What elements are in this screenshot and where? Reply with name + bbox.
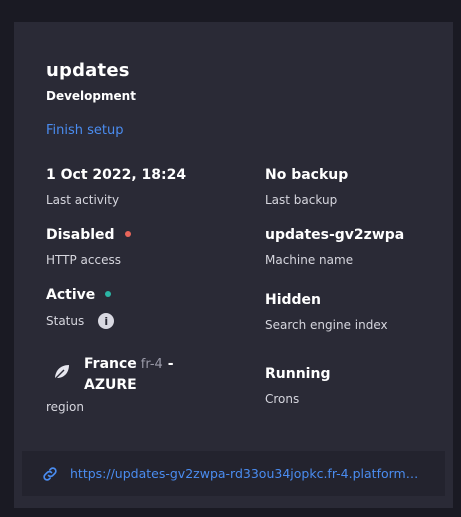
info-icon[interactable]: i bbox=[98, 313, 115, 329]
status-value: Active bbox=[46, 287, 96, 303]
region-value: France fr-4 - AZURE bbox=[84, 354, 184, 396]
search-engine-label: Search engine index bbox=[265, 318, 388, 332]
machine-name-label: Machine name bbox=[265, 253, 354, 267]
http-access-row: Disabled bbox=[46, 227, 131, 243]
project-title: updates bbox=[46, 60, 130, 81]
last-backup-block: No backup Last backup bbox=[265, 167, 348, 207]
region-separator: - bbox=[167, 356, 174, 372]
last-backup-value: No backup bbox=[265, 167, 349, 183]
leaf-icon bbox=[54, 365, 69, 380]
region-block: France fr-4 - AZURE region bbox=[46, 354, 184, 414]
region-provider: AZURE bbox=[84, 377, 137, 393]
environment-name: Development bbox=[46, 89, 136, 103]
machine-name-block: updates-gv2zwpa Machine name bbox=[265, 227, 404, 267]
last-backup-label: Last backup bbox=[265, 193, 338, 207]
environment-url-link[interactable]: https://updates-gv2zwpa-rd33ou34jopkc.fr… bbox=[22, 451, 445, 496]
crons-block: Running Crons bbox=[265, 366, 330, 406]
last-activity-value: 1 Oct 2022, 18:24 bbox=[46, 167, 187, 183]
last-activity-label: Last activity bbox=[46, 193, 120, 207]
environment-card: updates Development Finish setup 1 Oct 2… bbox=[14, 22, 453, 508]
crons-label: Crons bbox=[265, 392, 300, 406]
region-country: France bbox=[84, 356, 137, 372]
status-label-row: Status i bbox=[46, 313, 115, 329]
region-label: region bbox=[46, 400, 84, 414]
crons-value: Running bbox=[265, 366, 331, 382]
region-row: France fr-4 - AZURE bbox=[46, 354, 184, 396]
machine-name-value: updates-gv2zwpa bbox=[265, 227, 405, 243]
finish-setup-link[interactable]: Finish setup bbox=[46, 123, 124, 138]
http-access-value: Disabled bbox=[46, 227, 115, 243]
status-row: Active bbox=[46, 287, 114, 303]
environment-url[interactable]: https://updates-gv2zwpa-rd33ou34jopkc.fr… bbox=[70, 466, 420, 481]
search-engine-value: Hidden bbox=[265, 292, 322, 308]
region-code: fr-4 bbox=[140, 357, 163, 372]
last-activity-block: 1 Oct 2022, 18:24 Last activity bbox=[46, 167, 186, 207]
status-label: Status bbox=[46, 314, 85, 328]
link-icon bbox=[43, 466, 57, 481]
status-dot-green-icon bbox=[105, 290, 112, 297]
search-engine-block: Hidden Search engine index bbox=[265, 292, 388, 332]
http-access-block: Disabled HTTP access bbox=[46, 227, 131, 267]
http-access-label: HTTP access bbox=[46, 253, 121, 267]
status-block: Active Status i bbox=[46, 287, 115, 329]
status-dot-red-icon bbox=[124, 230, 131, 237]
